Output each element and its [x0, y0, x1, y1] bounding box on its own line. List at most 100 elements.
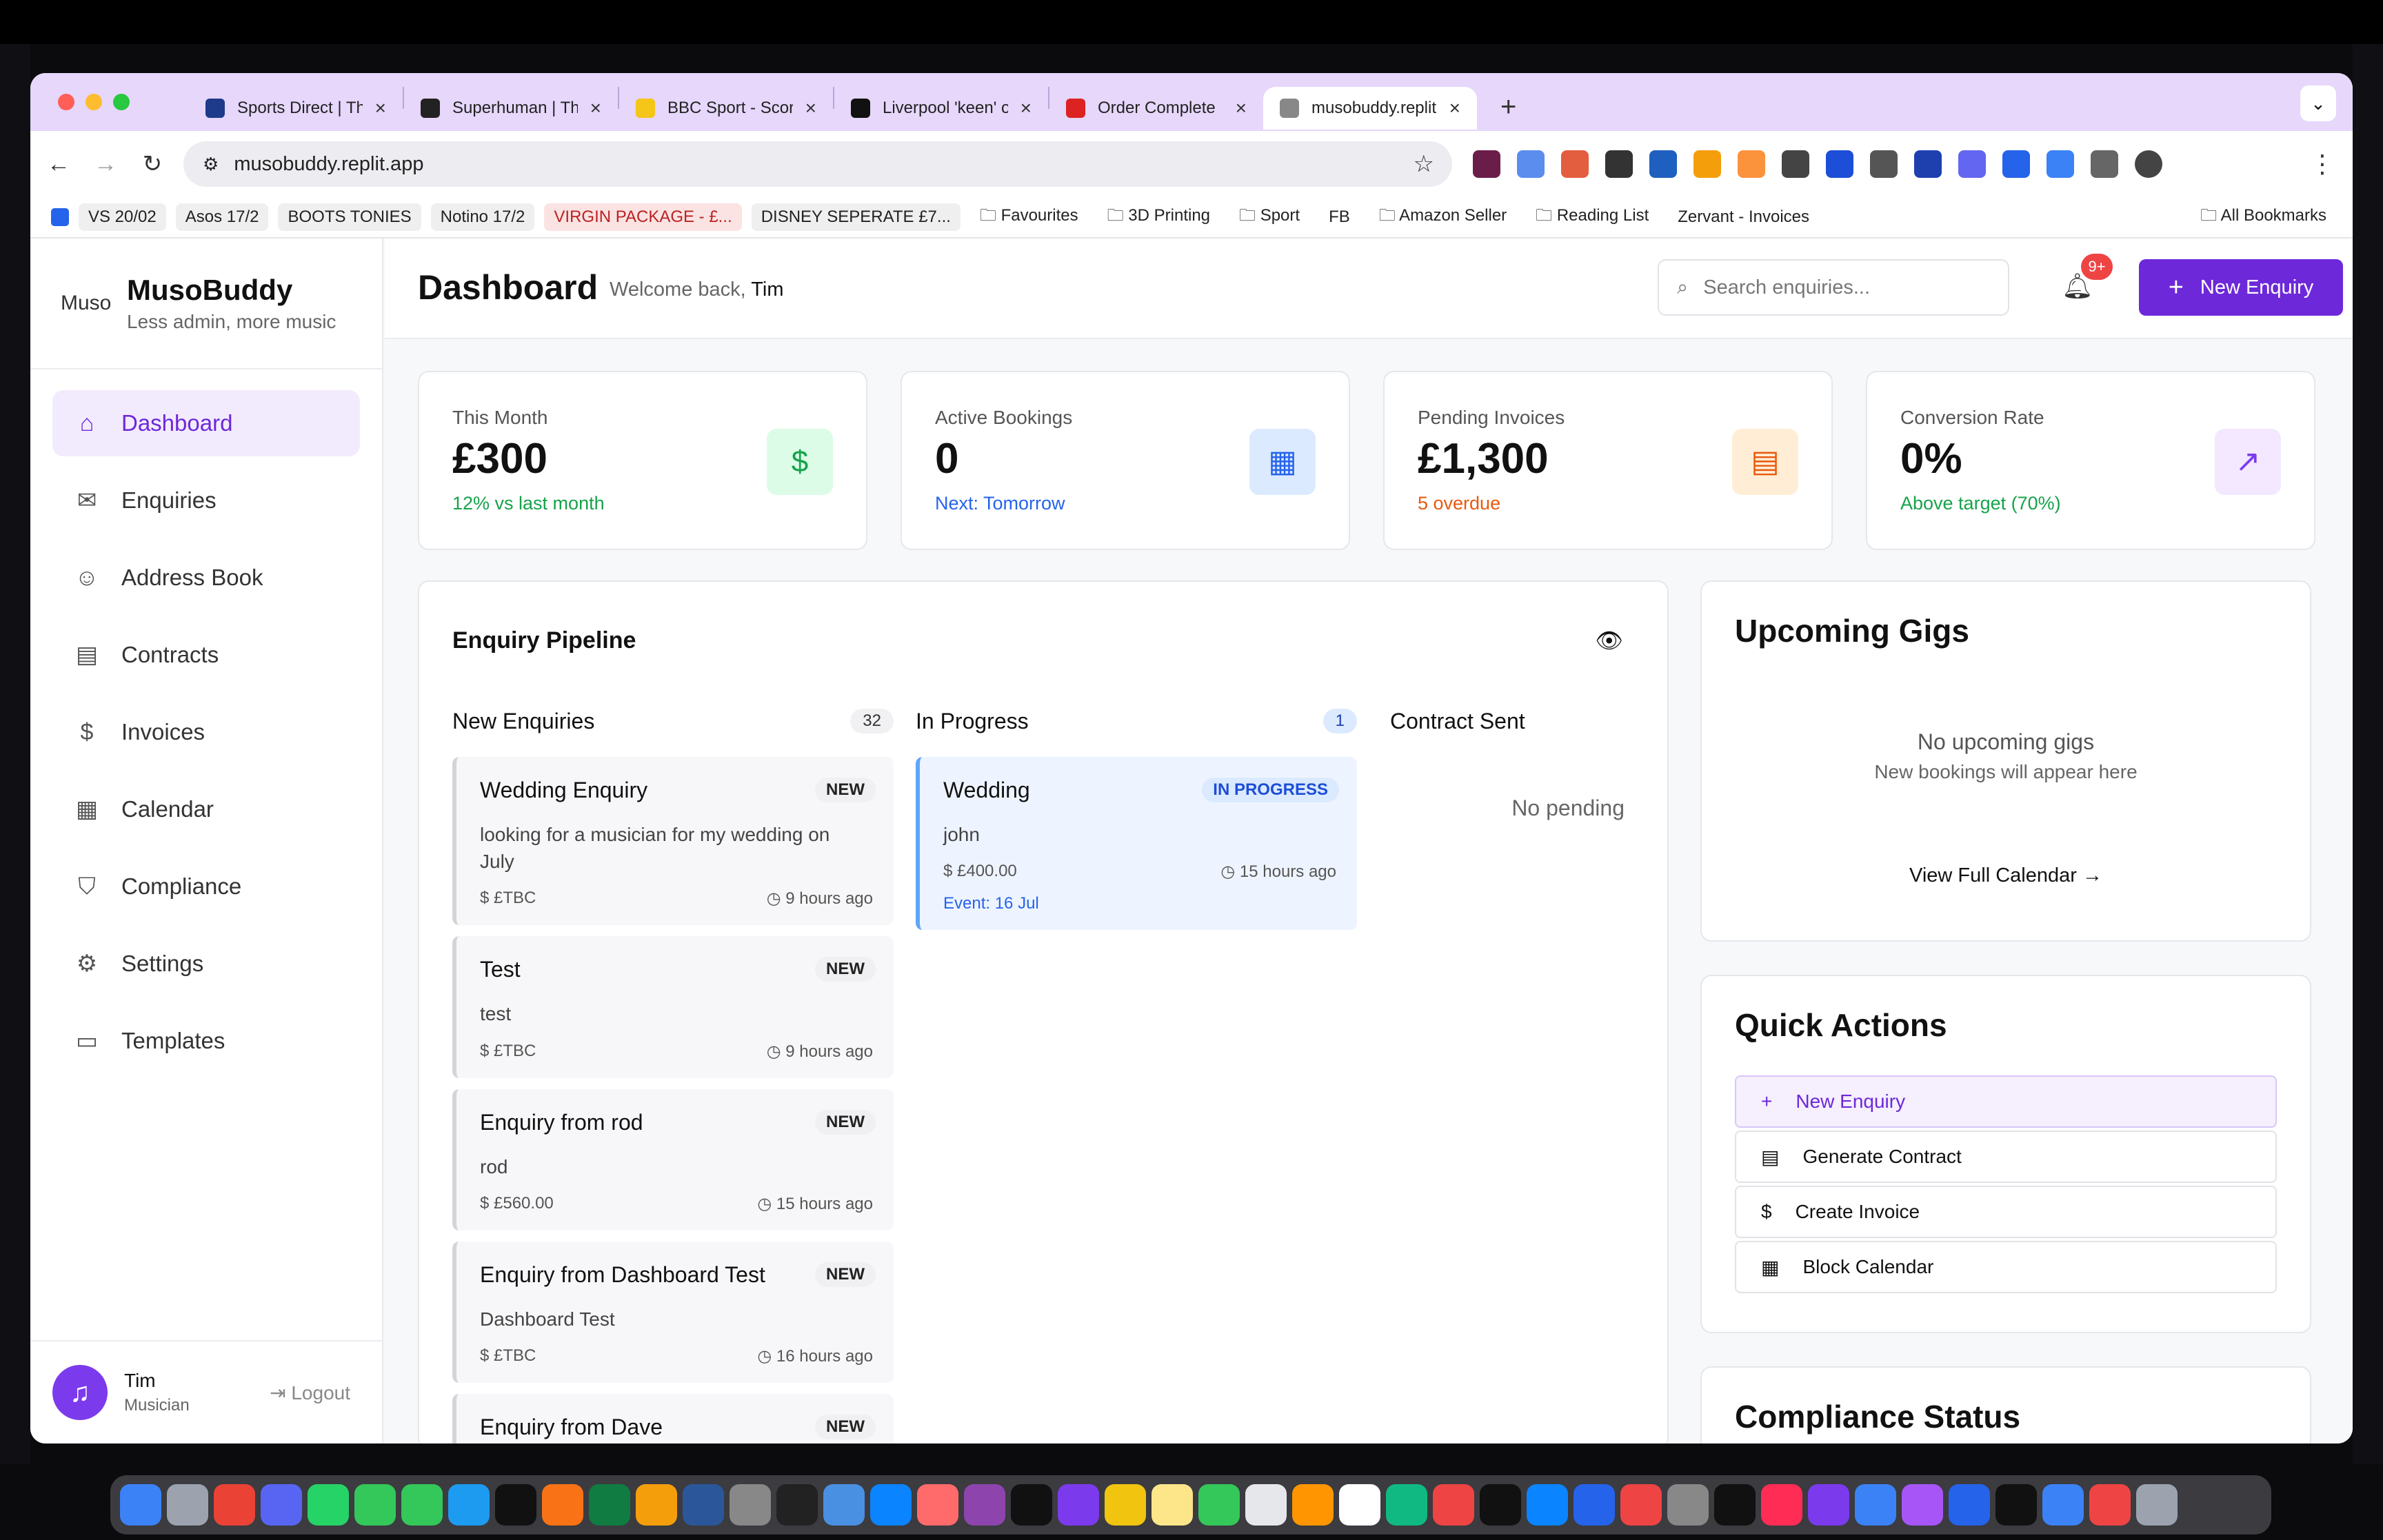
dock-app-icon[interactable] [1386, 1484, 1427, 1526]
sidebar-item-enquiries[interactable]: ✉ Enquiries [52, 467, 360, 534]
profile-avatar[interactable] [2135, 150, 2162, 178]
bookmark-item[interactable]: Sport [1229, 199, 1309, 236]
sidebar-item-address-book[interactable]: ☺ Address Book [52, 545, 360, 611]
dock-app-icon[interactable] [2136, 1484, 2178, 1526]
browser-menu-icon[interactable]: ⋮ [2310, 150, 2335, 179]
bookmark-star-icon[interactable]: ☆ [1414, 150, 1434, 178]
close-tab-icon[interactable]: × [1236, 97, 1247, 119]
dock-app-icon[interactable] [1105, 1484, 1146, 1526]
dock-app-icon[interactable] [401, 1484, 443, 1526]
extension-icon[interactable] [1782, 150, 1809, 178]
dock-app-icon[interactable] [1714, 1484, 1756, 1526]
quick-action-create-invoice[interactable]: $ Create Invoice [1735, 1186, 2277, 1238]
dock-app-icon[interactable] [214, 1484, 255, 1526]
bookmark-item[interactable]: Zervant - Invoices [1668, 203, 1819, 231]
forward-button[interactable]: → [87, 151, 124, 178]
dock-app-icon[interactable] [354, 1484, 396, 1526]
close-tab-icon[interactable]: × [1449, 97, 1460, 119]
extension-icon[interactable] [1914, 150, 1942, 178]
extension-icon[interactable] [1738, 150, 1765, 178]
sidebar-item-dashboard[interactable]: ⌂ Dashboard [52, 390, 360, 456]
quick-action-new-enquiry[interactable]: + New Enquiry [1735, 1075, 2277, 1128]
dock-app-icon[interactable] [1573, 1484, 1615, 1526]
extension-icon[interactable] [1473, 150, 1500, 178]
enquiry-card[interactable]: Enquiry from Dashboard Test NEW Dashboard … [452, 1241, 894, 1383]
browser-tab[interactable]: Order Complete × [1049, 87, 1263, 130]
browser-tab[interactable]: BBC Sport - Scores, Fixtures, × [619, 87, 833, 130]
dock-app-icon[interactable] [1527, 1484, 1568, 1526]
dock-app-icon[interactable] [1152, 1484, 1193, 1526]
dock-app-icon[interactable] [823, 1484, 865, 1526]
close-window-button[interactable] [58, 94, 74, 110]
sidebar-item-compliance[interactable]: ⛉ Compliance [52, 853, 360, 920]
dock-app-icon[interactable] [261, 1484, 302, 1526]
dock-app-icon[interactable] [120, 1484, 161, 1526]
bookmark-item[interactable]: BOOTS TONIES [278, 203, 421, 231]
bookmark-item[interactable]: Notino 17/2 [430, 203, 535, 231]
dock-app-icon[interactable] [2042, 1484, 2084, 1526]
browser-tab[interactable]: musobuddy.replit.app × [1263, 87, 1477, 130]
dock-app-icon[interactable] [1620, 1484, 1662, 1526]
dock-app-icon[interactable] [1995, 1484, 2037, 1526]
extension-icon[interactable] [1605, 150, 1633, 178]
eye-icon[interactable]: 👁︎ [1595, 627, 1623, 654]
browser-tab[interactable]: Sports Direct | The UK's No. 1 × [189, 87, 403, 130]
dock-app-icon[interactable] [776, 1484, 818, 1526]
bookmark-item[interactable]: 3D Printing [1098, 199, 1220, 236]
extensions-puzzle-icon[interactable] [2091, 150, 2118, 178]
sidebar-item-settings[interactable]: ⚙ Settings [52, 931, 360, 997]
extension-icon[interactable] [1958, 150, 1986, 178]
bookmark-item[interactable]: VIRGIN PACKAGE - £... [544, 203, 742, 231]
dock-app-icon[interactable] [1480, 1484, 1521, 1526]
dock-app-icon[interactable] [589, 1484, 630, 1526]
dock-app-icon[interactable] [1011, 1484, 1052, 1526]
address-bar[interactable]: ⚙ musobuddy.replit.app ☆ [183, 141, 1452, 187]
back-button[interactable]: ← [40, 151, 77, 178]
extension-icon[interactable] [2002, 150, 2030, 178]
extension-icon[interactable] [2047, 150, 2074, 178]
dock-app-icon[interactable] [683, 1484, 724, 1526]
zoom-window-button[interactable] [113, 94, 130, 110]
bookmark-item[interactable]: VS 20/02 [79, 203, 166, 231]
dock-app-icon[interactable] [730, 1484, 771, 1526]
dock-app-icon[interactable] [1198, 1484, 1240, 1526]
dock-app-icon[interactable] [1667, 1484, 1709, 1526]
bookmark-item[interactable]: Reading List [1526, 199, 1658, 236]
logout-button[interactable]: ⇥ Logout [270, 1381, 350, 1404]
enquiry-card[interactable]: Wedding Enquiry NEW looking for a musician… [452, 757, 894, 926]
dock-app-icon[interactable] [1339, 1484, 1380, 1526]
dock-app-icon[interactable] [870, 1484, 912, 1526]
enquiry-card[interactable]: Enquiry from Dave NEW [452, 1393, 894, 1443]
bookmark-item[interactable]: Amazon Seller [1369, 199, 1516, 236]
dock-app-icon[interactable] [1433, 1484, 1474, 1526]
site-info-icon[interactable]: ⚙ [203, 154, 219, 175]
browser-tab[interactable]: Superhuman | The most prod × [404, 87, 618, 130]
dock-app-icon[interactable] [1058, 1484, 1099, 1526]
close-tab-icon[interactable]: × [375, 97, 386, 119]
enquiry-card[interactable]: Test NEW test $ £TBC ◷ 9 hours ago [452, 936, 894, 1078]
dock-app-icon[interactable] [1245, 1484, 1287, 1526]
bookmark-item[interactable]: Asos 17/2 [175, 203, 269, 231]
reload-button[interactable]: ↻ [134, 150, 171, 178]
close-tab-icon[interactable]: × [805, 97, 816, 119]
dock-app-icon[interactable] [308, 1484, 349, 1526]
dock-app-icon[interactable] [1855, 1484, 1896, 1526]
extension-icon[interactable] [1561, 150, 1589, 178]
dock-app-icon[interactable] [636, 1484, 677, 1526]
dock-app-icon[interactable] [448, 1484, 490, 1526]
dock-app-icon[interactable] [542, 1484, 583, 1526]
bookmark-item[interactable]: FB [1319, 203, 1360, 231]
extension-icon[interactable] [1649, 150, 1677, 178]
bookmark-item[interactable]: DISNEY SEPERATE £7... [751, 203, 961, 231]
extension-icon[interactable] [1870, 150, 1898, 178]
enquiry-card[interactable]: Wedding IN PROGRESS john $ £400.00 ◷ 15 hour… [916, 757, 1357, 931]
quick-action-generate-contract[interactable]: ▤ Generate Contract [1735, 1131, 2277, 1183]
sidebar-item-contracts[interactable]: ▤ Contracts [52, 622, 360, 688]
dock-app-icon[interactable] [1808, 1484, 1849, 1526]
sidebar-item-invoices[interactable]: $ Invoices [52, 699, 360, 765]
enquiry-card[interactable]: Enquiry from rod NEW rod $ £560.00 ◷ 15 hour… [452, 1088, 894, 1230]
dock-app-icon[interactable] [167, 1484, 208, 1526]
dock-app-icon[interactable] [917, 1484, 958, 1526]
bookmark-app-icon[interactable] [51, 208, 69, 226]
dock-app-icon[interactable] [2089, 1484, 2131, 1526]
